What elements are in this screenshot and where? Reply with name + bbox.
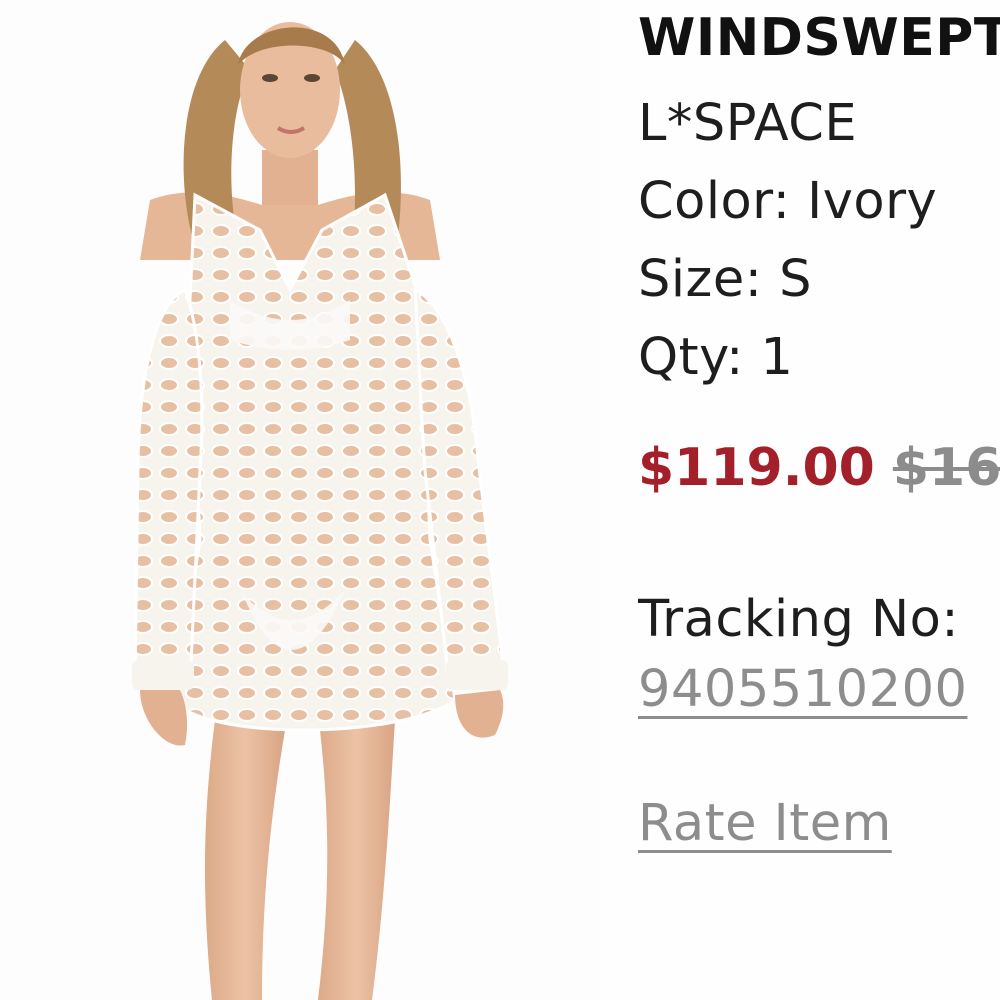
tracking-number-link[interactable]: 9405510200 bbox=[638, 664, 967, 715]
order-item-card: WINDSWEPT L*SPACE Color: Ivory Size: S Q… bbox=[0, 0, 1000, 1000]
sale-price: $119.00 bbox=[638, 438, 875, 498]
product-color: Color: Ivory bbox=[638, 172, 938, 231]
product-brand: L*SPACE bbox=[638, 94, 858, 153]
product-photo-illustration bbox=[132, 22, 508, 1000]
order-item-details: WINDSWEPT L*SPACE Color: Ivory Size: S Q… bbox=[638, 0, 1000, 1000]
price-group: $119.00$169 bbox=[638, 442, 1000, 494]
tracking-label: Tracking No: bbox=[638, 590, 960, 649]
product-name[interactable]: WINDSWEPT bbox=[638, 12, 1000, 64]
rate-item-link[interactable]: Rate Item bbox=[638, 798, 892, 849]
product-quantity: Qty: 1 bbox=[638, 328, 794, 387]
product-size: Size: S bbox=[638, 250, 812, 309]
product-image[interactable] bbox=[0, 0, 600, 1000]
original-price: $169 bbox=[892, 438, 1000, 498]
